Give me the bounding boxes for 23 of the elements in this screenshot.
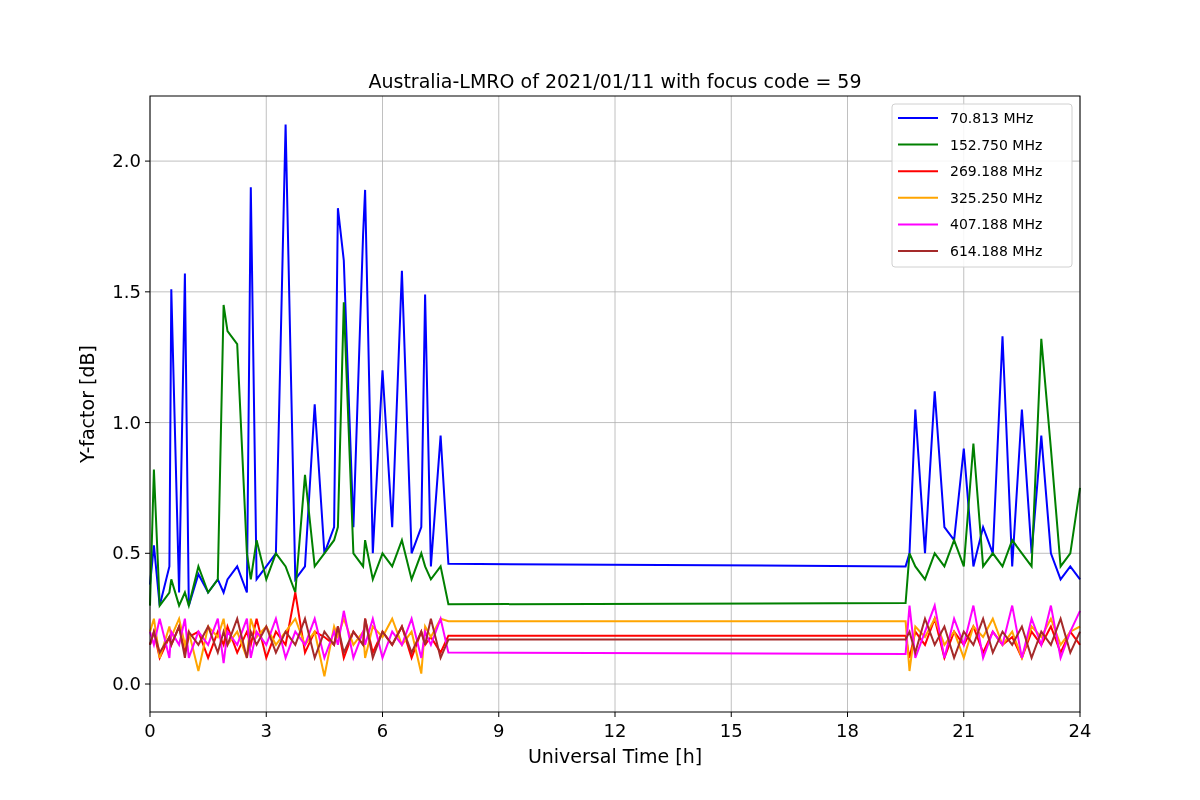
x-tick-label: 0 <box>144 720 156 741</box>
x-tick-label: 6 <box>376 720 389 741</box>
x-axis-label: Universal Time [h] <box>527 745 703 767</box>
x-tick-label: 12 <box>603 720 627 741</box>
y-tick-label: 1.0 <box>112 411 141 433</box>
x-tick-label: 24 <box>1068 720 1092 741</box>
x-tick-label: 18 <box>836 720 859 741</box>
legend-label: 325.250 MHz <box>950 189 1043 206</box>
legend-label: 269.188 MHz <box>950 163 1043 180</box>
y-tick-label: 2.0 <box>112 150 141 172</box>
legend-label: 152.750 MHz <box>950 136 1043 153</box>
y-tick-label: 0.5 <box>112 542 141 564</box>
x-tick-label: 15 <box>719 720 743 741</box>
x-tick-label: 9 <box>493 720 505 741</box>
x-tick-label: 3 <box>260 720 272 741</box>
y-tick-label: 0.0 <box>112 673 141 694</box>
chart-title: Australia-LMRO of 2021/01/11 with focus code = 59 <box>368 70 862 92</box>
y-axis-label: Y-factor [dB] <box>76 345 98 463</box>
legend-label: 70.813 MHz <box>950 110 1034 126</box>
y-tick-label: 1.5 <box>112 280 141 302</box>
x-tick-label: 21 <box>952 720 976 741</box>
legend-label: 407.188 MHz <box>950 216 1043 233</box>
legend-label: 614.188 MHz <box>950 243 1043 259</box>
